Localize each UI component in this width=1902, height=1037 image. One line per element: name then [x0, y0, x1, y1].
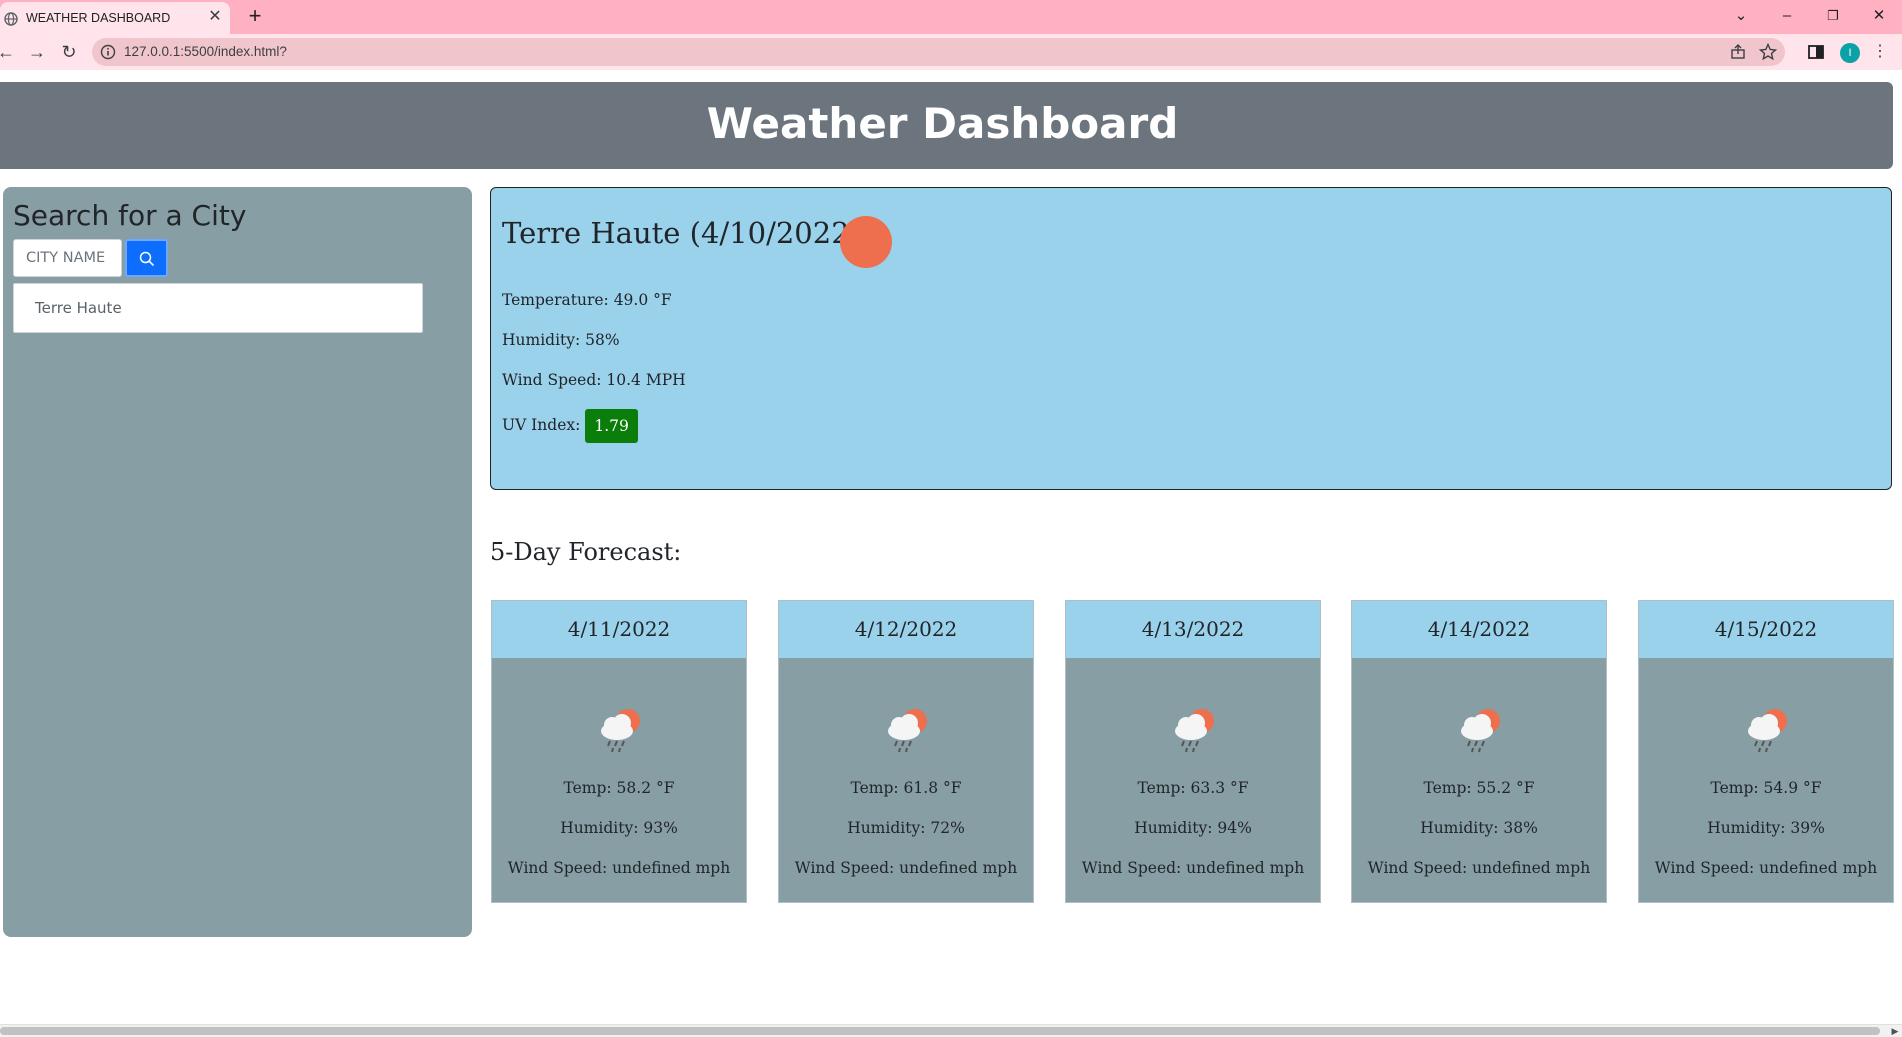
browser-toolbar: ← → ↻ 127.0.0.1:5500/index.html? I ⋮	[0, 34, 1902, 70]
reload-button[interactable]: ↻	[57, 40, 81, 64]
forecast-humidity: Humidity: 94%	[1134, 819, 1252, 837]
tab-search-chevron-icon[interactable]: ⌄	[1729, 4, 1753, 28]
uv-index-badge: 1.79	[585, 409, 638, 443]
forecast-card: 4/13/2022 Temp: 63.3 °F Humidity: 94% Wind …	[1065, 600, 1321, 903]
forecast-wind: Wind Speed: undefined mph	[1367, 859, 1591, 877]
current-wind-speed: Wind Speed: 10.4 MPH	[502, 371, 686, 389]
horizontal-scrollbar[interactable]: ▶	[0, 1024, 1902, 1037]
forecast-humidity: Humidity: 39%	[1707, 819, 1825, 837]
forecast-card: 4/14/2022 Temp: 55.2 °F Humidity: 38% Wind …	[1351, 600, 1607, 903]
tab-title: WEATHER DASHBOARD	[26, 11, 171, 25]
rain-cloud-sun-icon	[879, 701, 935, 757]
rain-cloud-sun-icon	[592, 701, 648, 757]
star-icon[interactable]	[1758, 42, 1778, 62]
forecast-date: 4/14/2022	[1352, 601, 1606, 658]
uv-index-label: UV Index:	[502, 416, 581, 434]
browser-tabstrip: WEATHER DASHBOARD ✕ + ⌄ – ❐ ✕	[0, 0, 1902, 34]
forecast-heading: 5-Day Forecast:	[490, 538, 682, 566]
current-weather-card: Terre Haute (4/10/2022) Temperature: 49.…	[490, 187, 1892, 490]
new-tab-button[interactable]: +	[243, 4, 267, 28]
address-url[interactable]: 127.0.0.1:5500/index.html?	[124, 44, 287, 59]
forecast-card: 4/11/2022 Temp: 58.2 °F Humidity: 93% Wind …	[491, 600, 747, 903]
forecast-humidity: Humidity: 93%	[560, 819, 678, 837]
close-icon[interactable]: ✕	[205, 7, 225, 27]
search-button[interactable]	[125, 239, 168, 277]
rain-cloud-sun-icon	[1166, 701, 1222, 757]
sun-icon	[840, 216, 892, 268]
forecast-temp: Temp: 61.8 °F	[850, 779, 962, 797]
forecast-wind: Wind Speed: undefined mph	[507, 859, 731, 877]
profile-avatar[interactable]: I	[1840, 43, 1860, 63]
forecast-temp: Temp: 55.2 °F	[1423, 779, 1535, 797]
city-search-input[interactable]	[13, 239, 122, 277]
search-history-item[interactable]: Terre Haute	[13, 283, 423, 333]
forecast-card: 4/15/2022 Temp: 54.9 °F Humidity: 39% Wind …	[1638, 600, 1894, 903]
scrollbar-thumb[interactable]	[0, 1027, 1880, 1035]
back-button[interactable]: ←	[0, 40, 18, 64]
page-header: Weather Dashboard	[0, 82, 1893, 169]
forecast-temp: Temp: 63.3 °F	[1137, 779, 1249, 797]
current-temperature: Temperature: 49.0 °F	[502, 291, 672, 309]
current-humidity: Humidity: 58%	[502, 331, 620, 349]
scroll-right-arrow-icon[interactable]: ▶	[1888, 1025, 1902, 1037]
info-icon[interactable]	[100, 44, 116, 60]
forecast-temp: Temp: 58.2 °F	[563, 779, 675, 797]
globe-icon	[4, 12, 18, 26]
address-bar[interactable]: 127.0.0.1:5500/index.html?	[92, 38, 1785, 66]
forecast-card: 4/12/2022 Temp: 61.8 °F Humidity: 72% Wind …	[778, 600, 1034, 903]
minimize-button[interactable]: –	[1775, 4, 1799, 28]
browser-tab[interactable]: WEATHER DASHBOARD ✕	[0, 2, 230, 34]
forecast-date: 4/12/2022	[779, 601, 1033, 658]
forecast-wind: Wind Speed: undefined mph	[794, 859, 1018, 877]
close-window-button[interactable]: ✕	[1867, 4, 1891, 28]
forecast-humidity: Humidity: 38%	[1420, 819, 1538, 837]
share-icon[interactable]	[1728, 42, 1748, 62]
forward-button[interactable]: →	[25, 40, 49, 64]
rain-cloud-sun-icon	[1452, 701, 1508, 757]
side-panel-icon[interactable]	[1806, 42, 1826, 62]
forecast-date: 4/15/2022	[1639, 601, 1893, 658]
forecast-humidity: Humidity: 72%	[847, 819, 965, 837]
forecast-date: 4/13/2022	[1066, 601, 1320, 658]
uv-index-row: UV Index: 1.79	[502, 409, 638, 443]
forecast-temp: Temp: 54.9 °F	[1710, 779, 1822, 797]
search-icon	[139, 251, 155, 267]
forecast-wind: Wind Speed: undefined mph	[1081, 859, 1305, 877]
forecast-date: 4/11/2022	[492, 601, 746, 658]
page-title: Weather Dashboard	[706, 99, 1179, 148]
search-sidebar: Search for a City Terre Haute	[3, 187, 472, 937]
kebab-menu-icon[interactable]: ⋮	[1868, 40, 1892, 64]
restore-button[interactable]: ❐	[1821, 4, 1845, 28]
current-city-title: Terre Haute (4/10/2022)	[502, 216, 861, 250]
forecast-wind: Wind Speed: undefined mph	[1654, 859, 1878, 877]
sidebar-heading: Search for a City	[13, 199, 247, 232]
rain-cloud-sun-icon	[1739, 701, 1795, 757]
